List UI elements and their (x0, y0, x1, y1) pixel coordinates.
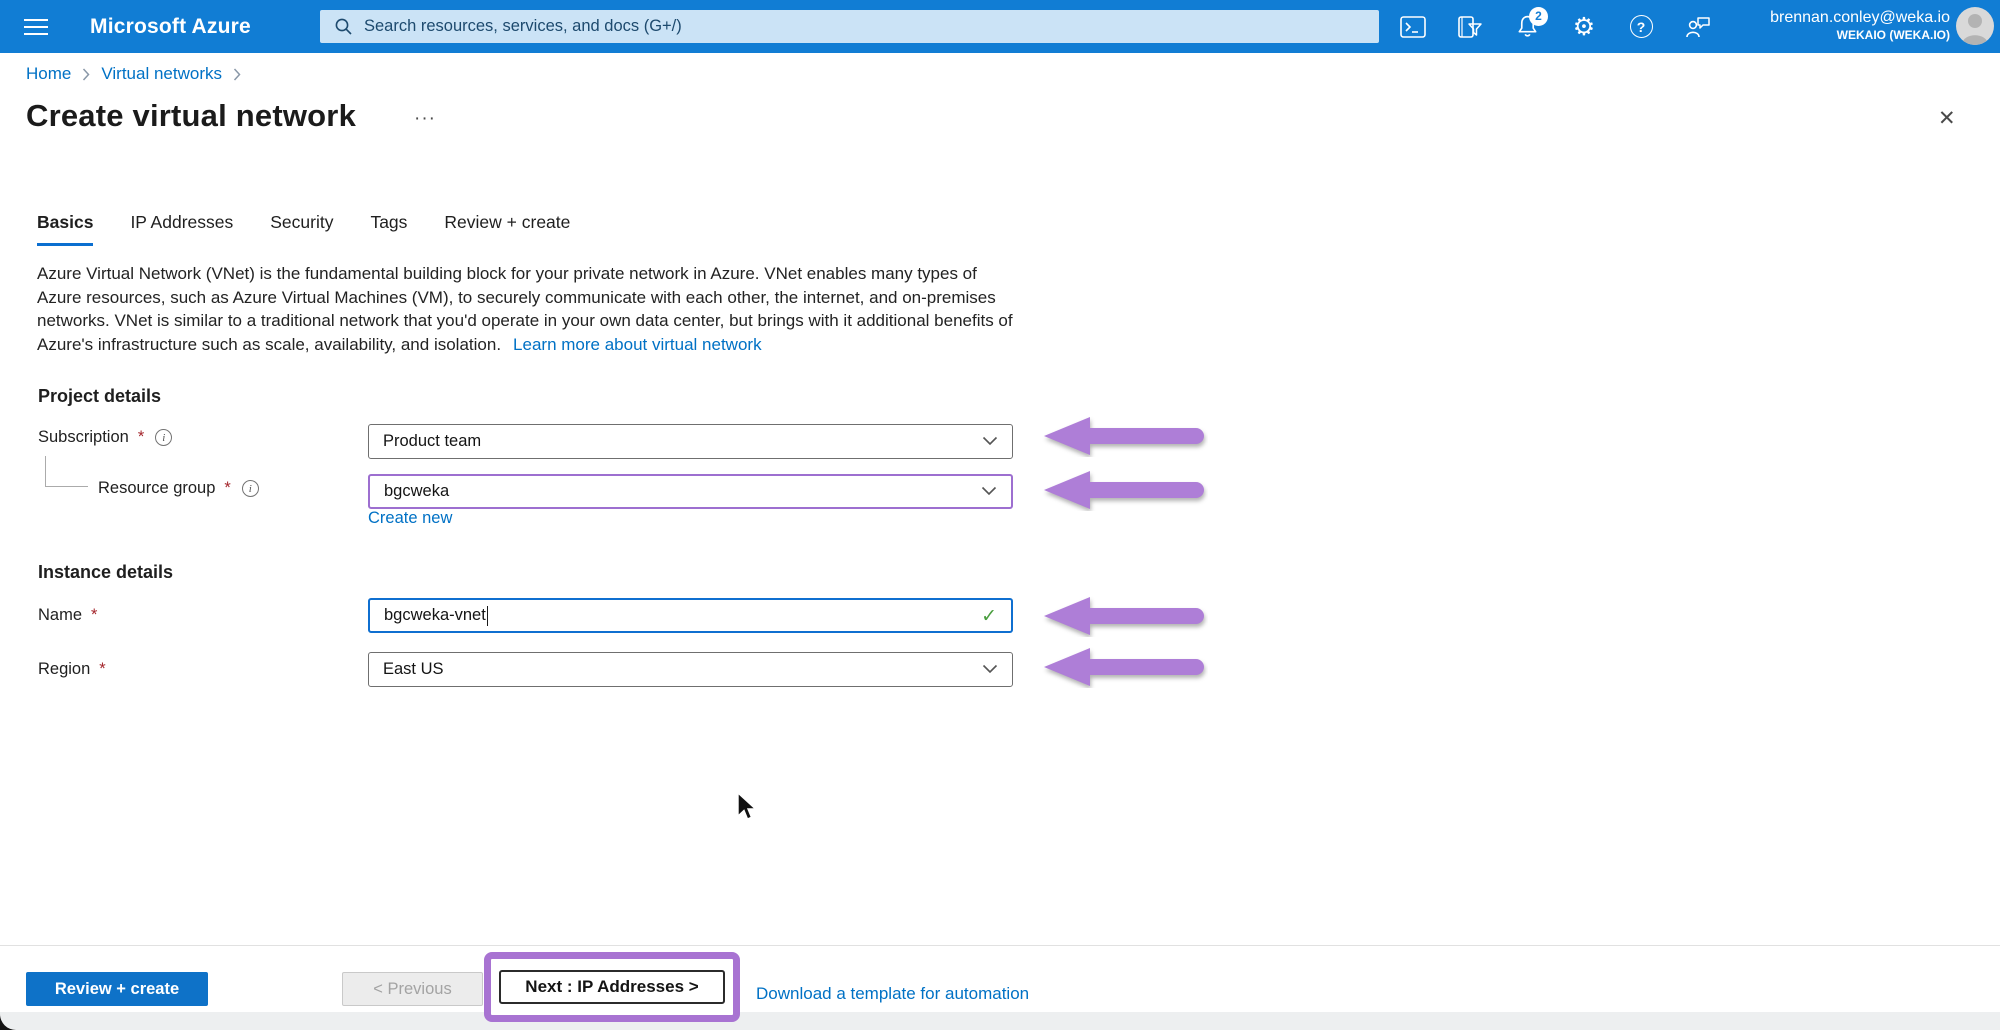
user-email: brennan.conley@weka.io (1770, 7, 1950, 28)
project-details-heading: Project details (38, 386, 161, 407)
tab-security[interactable]: Security (270, 212, 333, 246)
tab-tags[interactable]: Tags (370, 212, 407, 246)
breadcrumb-virtual-networks-link[interactable]: Virtual networks (101, 64, 222, 84)
vnet-description: Azure Virtual Network (VNet) is the fund… (37, 262, 1025, 356)
breadcrumb-home-link[interactable]: Home (26, 64, 71, 84)
subscription-dropdown[interactable]: Product team (368, 424, 1013, 459)
chevron-right-icon (233, 68, 241, 81)
user-tenant: WEKAIO (WEKA.IO) (1770, 28, 1950, 43)
tab-ip-addresses[interactable]: IP Addresses (130, 212, 233, 246)
chevron-right-icon (82, 68, 90, 81)
text-caret (487, 606, 489, 626)
notifications-bell-icon[interactable]: 2 (1514, 14, 1540, 40)
chevron-down-icon (982, 432, 998, 451)
tab-basics[interactable]: Basics (37, 212, 93, 246)
region-dropdown[interactable]: East US (368, 652, 1013, 687)
region-value: East US (383, 660, 444, 679)
info-icon[interactable]: i (242, 480, 259, 497)
directory-filter-icon[interactable] (1457, 14, 1483, 40)
instance-details-heading: Instance details (38, 562, 173, 583)
more-options-ellipsis-icon[interactable]: ··· (414, 102, 436, 130)
hamburger-menu-icon[interactable] (18, 14, 56, 40)
search-icon (334, 17, 353, 41)
annotation-arrow-region (1042, 646, 1208, 688)
learn-more-link[interactable]: Learn more about virtual network (513, 335, 762, 354)
previous-button[interactable]: < Previous (342, 972, 483, 1006)
annotation-arrow-subscription (1042, 415, 1208, 457)
account-menu[interactable]: brennan.conley@weka.io WEKAIO (WEKA.IO) (1770, 7, 1950, 43)
field-indent-connector (45, 456, 88, 487)
valid-checkmark-icon: ✓ (981, 605, 997, 627)
info-icon[interactable]: i (155, 429, 172, 446)
bottom-strip (0, 1012, 2000, 1030)
feedback-icon[interactable] (1685, 14, 1711, 40)
chevron-down-icon (981, 482, 997, 501)
review-create-button[interactable]: Review + create (26, 972, 208, 1006)
required-asterisk: * (138, 428, 144, 447)
region-label: Region* (38, 660, 106, 679)
global-search (320, 10, 1379, 43)
avatar[interactable] (1956, 7, 1994, 45)
resource-group-value: bgcweka (384, 482, 449, 501)
download-template-link[interactable]: Download a template for automation (756, 984, 1029, 1004)
name-input[interactable]: bgcweka-vnet ✓ (368, 598, 1013, 633)
close-icon[interactable]: ✕ (1938, 106, 1956, 131)
settings-gear-icon[interactable]: ⚙ (1571, 14, 1597, 40)
name-value: bgcweka-vnet (384, 606, 486, 625)
annotation-arrow-resource-group (1042, 469, 1208, 511)
search-input[interactable] (320, 10, 1379, 43)
notification-count-badge: 2 (1529, 7, 1548, 26)
tab-review-create[interactable]: Review + create (444, 212, 570, 246)
subscription-value: Product team (383, 432, 481, 451)
next-button-highlight: Next : IP Addresses > (484, 952, 740, 1022)
name-label: Name* (38, 606, 97, 625)
cloud-shell-icon[interactable] (1400, 14, 1426, 40)
resource-group-dropdown[interactable]: bgcweka (368, 474, 1013, 509)
wizard-tabs: Basics IP Addresses Security Tags Review… (37, 212, 570, 246)
chevron-down-icon (982, 660, 998, 679)
topbar-icon-group: 2 ⚙ ? (1400, 0, 1711, 53)
resource-group-label: Resource group* i (98, 479, 259, 498)
help-icon[interactable]: ? (1628, 14, 1654, 40)
create-new-link[interactable]: Create new (368, 509, 452, 528)
footer-divider (0, 945, 2000, 946)
required-asterisk: * (91, 606, 97, 625)
top-navigation-bar: Microsoft Azure 2 ⚙ ? br (0, 0, 2000, 53)
breadcrumb: Home Virtual networks (26, 64, 241, 84)
required-asterisk: * (224, 479, 230, 498)
page-header: Create virtual network ··· (26, 98, 436, 134)
azure-portal-window: Microsoft Azure 2 ⚙ ? br (0, 0, 2000, 1030)
subscription-label: Subscription* i (38, 428, 172, 447)
mouse-cursor (736, 792, 762, 822)
required-asterisk: * (99, 660, 105, 679)
next-ip-addresses-button[interactable]: Next : IP Addresses > (499, 970, 725, 1004)
annotation-arrow-name (1042, 595, 1208, 637)
page-title: Create virtual network (26, 98, 356, 134)
portal-brand-title: Microsoft Azure (90, 0, 251, 53)
